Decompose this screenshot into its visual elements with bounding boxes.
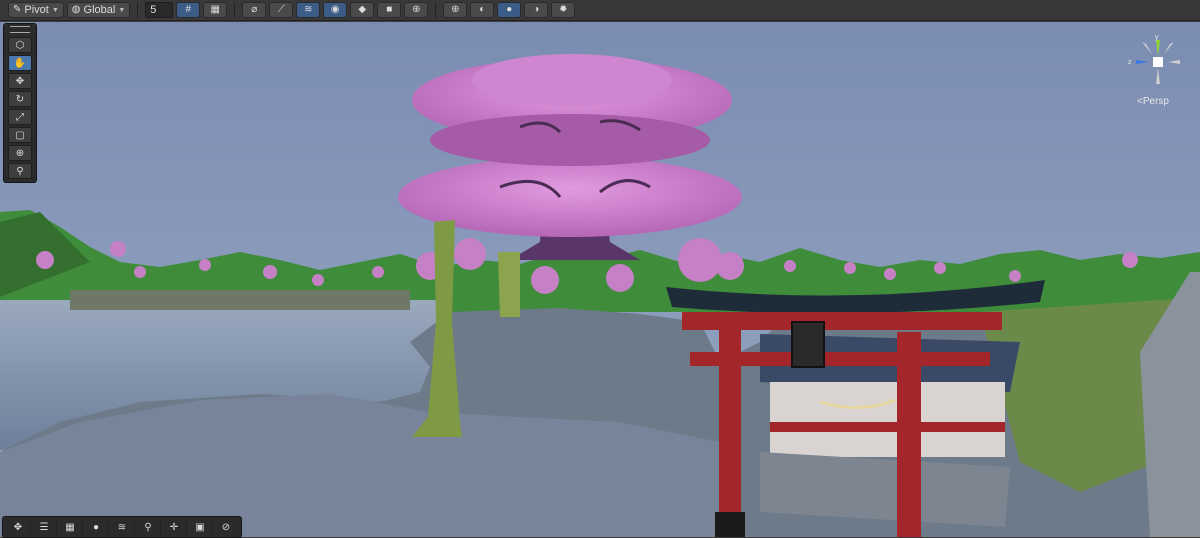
- grid-icon: ▦: [210, 4, 220, 15]
- gear-icon: ✹: [559, 4, 568, 15]
- scale-tool-button[interactable]: ⤢: [8, 109, 32, 125]
- overlay-search-button[interactable]: ⚲: [136, 519, 161, 535]
- grid-snap-icon: ▦: [65, 521, 75, 533]
- layers-dropdown[interactable]: ≋: [296, 2, 321, 18]
- torii-right-post: [897, 332, 921, 537]
- camera-icon: ▣: [195, 521, 205, 533]
- align-icon: ☰: [39, 521, 49, 533]
- eye-icon: ◉: [330, 4, 340, 15]
- transform-icon: ⊕: [15, 147, 25, 159]
- overlay-move-button[interactable]: ✥: [6, 519, 31, 535]
- grid-size-field[interactable]: 5: [145, 2, 174, 18]
- global-label: Global: [83, 4, 116, 16]
- shrine-wall: [770, 382, 1005, 457]
- search-icon: ⚲: [144, 521, 152, 533]
- overlay-align-button[interactable]: ☰: [32, 519, 57, 535]
- pivot-label: Pivot: [24, 4, 49, 16]
- torii-plaque: [791, 321, 825, 368]
- light-off-icon: ⌀: [251, 4, 258, 15]
- compass-icon: ⊘: [221, 521, 231, 533]
- custom-tool-button[interactable]: ⚲: [8, 163, 32, 179]
- overlay-toolbar: ✥ ☰ ▦ ● ≋ ⚲ ✛ ▣ ⊘: [2, 516, 242, 538]
- hand-icon: ✋: [13, 57, 27, 69]
- chevron-down-icon: ▼: [51, 6, 59, 14]
- move-icon: ✥: [15, 75, 25, 87]
- gizmo-neg-z-axis[interactable]: [1142, 42, 1152, 54]
- scene-toolbar: ✎ Pivot ▼ ◍ Global ▼ 5 # ▦ ⌀ ⟋ ≋ ◉ ◆ ■ ⊕…: [0, 0, 1200, 21]
- visibility-toggle[interactable]: ◉: [323, 2, 348, 18]
- toolbar-divider: [234, 2, 236, 18]
- torii-left-base: [715, 512, 745, 537]
- overlay-layers-button[interactable]: ≋: [110, 519, 135, 535]
- palette-grip[interactable]: [10, 26, 30, 33]
- persp-toggle[interactable]: <Persp: [1137, 96, 1169, 107]
- camera-dropdown[interactable]: ■: [377, 2, 402, 18]
- toolbar-divider: [137, 2, 139, 18]
- gizmo-neg-x-axis[interactable]: [1164, 42, 1174, 54]
- wireframe-sphere-icon: ⊕: [451, 4, 460, 15]
- shaded-sphere-icon: ●: [506, 4, 513, 15]
- overlay-sphere-button[interactable]: ●: [84, 519, 109, 535]
- gizmo-center[interactable]: [1153, 57, 1163, 67]
- globe-icon: ◍: [71, 4, 81, 15]
- toolbar-divider: [435, 2, 437, 18]
- transform-tool-button[interactable]: ⊕: [8, 145, 32, 161]
- unlit-sphere-icon: ◑: [533, 4, 540, 15]
- crosshair-icon: ⊕: [412, 4, 421, 15]
- pivot-icon: ✎: [13, 4, 22, 15]
- chevron-down-icon: ▼: [118, 6, 126, 14]
- audio-toggle-button[interactable]: ⟋: [269, 2, 294, 18]
- grid-snap-icon: #: [185, 4, 192, 15]
- overlay-camera-button[interactable]: ▣: [188, 519, 213, 535]
- shaded-wire-button[interactable]: ◐: [470, 2, 495, 18]
- unlit-button[interactable]: ◑: [524, 2, 549, 18]
- tool-palette: ⬡ ✋ ✥ ↻ ⤢ ▢ ⊕ ⚲: [3, 23, 37, 183]
- layers-icon: ≋: [117, 521, 127, 533]
- canopy-top: [472, 54, 672, 106]
- stack-icon: ◆: [358, 4, 367, 15]
- wireframe-button[interactable]: ⊕: [443, 2, 468, 18]
- camera-icon: ■: [386, 4, 393, 15]
- pivot-icon: ✛: [169, 521, 179, 533]
- move-icon: ✥: [13, 521, 23, 533]
- scale-icon: ⤢: [16, 111, 24, 123]
- layers-icon: ≋: [304, 4, 313, 15]
- sphere-icon: ●: [92, 521, 100, 533]
- grid-snap-button[interactable]: #: [176, 2, 201, 18]
- gizmo-x-axis[interactable]: [1168, 60, 1180, 64]
- move-tool-button[interactable]: ✥: [8, 73, 32, 89]
- fx-icon: ⟋: [277, 4, 285, 15]
- rect-icon: ▢: [15, 129, 25, 141]
- shaded-wire-icon: ◐: [479, 4, 486, 15]
- global-dropdown[interactable]: ◍ Global ▼: [66, 2, 131, 18]
- view-tool-button[interactable]: ⬡: [8, 37, 32, 53]
- pivot-dropdown[interactable]: ✎ Pivot ▼: [8, 2, 64, 18]
- custom-tool-icon: ⚲: [16, 165, 24, 177]
- shrine-railing: [770, 422, 1005, 432]
- rotate-tool-button[interactable]: ↻: [8, 91, 32, 107]
- light-toggle-button[interactable]: ⌀: [242, 2, 267, 18]
- overlay-grid-button[interactable]: ▦: [58, 519, 83, 535]
- overlay-compass-button[interactable]: ⊘: [214, 519, 238, 535]
- overlay-pivot-button[interactable]: ✛: [162, 519, 187, 535]
- gizmo-z-label: z: [1128, 59, 1132, 66]
- shaded-button[interactable]: ●: [497, 2, 522, 18]
- canopy-middle: [430, 114, 710, 166]
- gizmo-y-axis[interactable]: [1156, 40, 1160, 56]
- scene-viewport[interactable]: [0, 22, 1200, 537]
- shoreline: [70, 290, 410, 310]
- gizmo-neg-y-axis[interactable]: [1156, 68, 1160, 84]
- hand-tool-button[interactable]: ✋: [8, 55, 32, 71]
- middle-pillar: [498, 252, 520, 317]
- grid-toggle-button[interactable]: ▦: [203, 2, 228, 18]
- debug-dropdown[interactable]: ✹: [551, 2, 576, 18]
- rotate-icon: ↻: [15, 93, 25, 105]
- cube-icon: ⬡: [15, 39, 25, 51]
- rect-tool-button[interactable]: ▢: [8, 127, 32, 143]
- gizmos-dropdown[interactable]: ⊕: [404, 2, 429, 18]
- torii-left-post: [719, 322, 741, 537]
- gizmo-z-axis[interactable]: [1136, 60, 1148, 64]
- gizmo-y-label: y: [1155, 34, 1159, 41]
- scene-layers-dropdown[interactable]: ◆: [350, 2, 375, 18]
